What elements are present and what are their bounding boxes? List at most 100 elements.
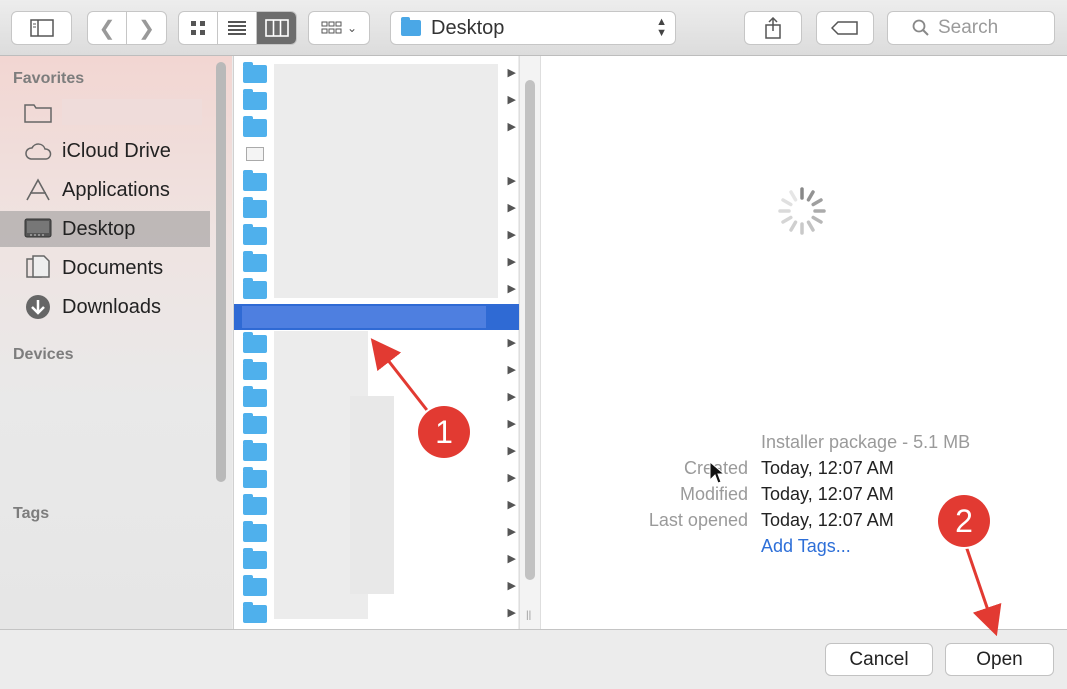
downloads-icon — [24, 295, 52, 319]
folder-icon — [243, 62, 267, 83]
search-placeholder: Search — [938, 17, 999, 38]
chevron-left-icon: ❮ — [98, 17, 116, 40]
favorites-heading: Favorites — [13, 70, 85, 87]
toolbar: ❮ ❯ ⌄ Desktop ▲ ▼ Search — [0, 0, 1067, 56]
disclosure-arrow-icon: ▶ — [507, 67, 516, 79]
sidebar-item-desktop[interactable]: Desktop — [0, 211, 210, 247]
list-icon — [228, 21, 246, 35]
folder-icon — [243, 224, 267, 245]
folder-icon — [243, 332, 267, 353]
add-tags-link[interactable]: Add Tags... — [761, 536, 851, 557]
folder-icon — [243, 467, 267, 488]
sidebar-item-documents[interactable]: Documents — [0, 250, 210, 286]
cancel-button[interactable]: Cancel — [825, 643, 933, 676]
disclosure-arrow-icon: ▶ — [507, 499, 516, 511]
sidebar-item-downloads[interactable]: Downloads — [0, 289, 210, 325]
annotation-badge-1: 1 — [418, 406, 470, 458]
disclosure-arrow-icon: ▶ — [507, 418, 516, 430]
sidebar-item-label: Applications — [62, 178, 170, 201]
disclosure-arrow-icon: ▶ — [507, 526, 516, 538]
annotation-badge-2: 2 — [938, 495, 990, 547]
scroll-thumb[interactable] — [525, 80, 535, 580]
column-scrollbar[interactable]: || — [519, 56, 541, 629]
tag-icon — [831, 21, 858, 35]
folder-icon — [401, 17, 421, 36]
disclosure-arrow-icon: ▶ — [507, 337, 516, 349]
devices-heading: Devices — [13, 346, 74, 363]
sidebar-item-label: Documents — [62, 256, 164, 279]
disclosure-arrow-icon: ▶ — [507, 283, 516, 295]
disclosure-arrow-icon: ▶ — [507, 94, 516, 106]
last-opened-value: Today, 12:07 AM — [761, 510, 894, 530]
share-icon — [765, 17, 781, 39]
arrange-button[interactable]: ⌄ — [308, 11, 370, 45]
folder-icon — [243, 440, 267, 461]
preview-pane: Installer package - 5.1 MB Created Today… — [541, 56, 1067, 629]
disclosure-arrow-icon: ▶ — [507, 121, 516, 133]
search-field[interactable]: Search — [887, 11, 1055, 45]
sidebar-scrollbar[interactable] — [216, 62, 226, 482]
created-value: Today, 12:07 AM — [761, 458, 894, 478]
disclosure-arrow-icon: ▶ — [507, 229, 516, 241]
column-resize-grip-icon[interactable]: || — [526, 610, 531, 621]
arrange-icon — [321, 21, 342, 34]
disclosure-arrow-icon: ▶ — [507, 553, 516, 565]
search-icon — [912, 19, 929, 36]
sidebar-item-applications[interactable]: Applications — [0, 172, 210, 208]
view-mode-group — [178, 11, 297, 45]
bottom-bar: Cancel Open — [0, 629, 1067, 689]
folder-icon — [243, 575, 267, 596]
share-button[interactable] — [744, 11, 802, 45]
sidebar: Favorites iCloud Drive Applications Desk… — [0, 56, 232, 629]
desktop-icon — [24, 217, 52, 241]
tags-heading: Tags — [13, 505, 50, 522]
tag-button[interactable] — [816, 11, 874, 45]
redacted-selected-name — [242, 306, 486, 328]
icon-view-button[interactable] — [179, 12, 218, 44]
disclosure-arrow-icon: ▶ — [507, 175, 516, 187]
open-button[interactable]: Open — [945, 643, 1054, 676]
folder-icon — [243, 278, 267, 299]
sidebar-item-icloud-drive[interactable]: iCloud Drive — [0, 133, 210, 169]
disclosure-arrow-icon: ▶ — [507, 607, 516, 619]
back-button[interactable]: ❮ — [88, 12, 127, 44]
folder-icon — [243, 116, 267, 137]
disclosure-arrow-icon: ▶ — [507, 472, 516, 484]
sidebar-item-label: Downloads — [62, 295, 161, 318]
documents-icon — [24, 255, 52, 280]
sidebar-item-label: iCloud Drive — [62, 139, 171, 162]
created-label: Created — [598, 458, 748, 479]
folder-icon — [243, 170, 267, 191]
sidebar-item-folder[interactable] — [0, 94, 210, 130]
forward-button[interactable]: ❯ — [127, 12, 166, 44]
updown-chevron-icon: ▲ ▼ — [656, 16, 667, 39]
folder-icon — [243, 602, 267, 623]
folder-icon — [243, 197, 267, 218]
disclosure-arrow-icon: ▶ — [507, 364, 516, 376]
path-popup[interactable]: Desktop ▲ ▼ — [390, 11, 676, 45]
folder-icon — [243, 494, 267, 515]
back-forward-group: ❮ ❯ — [87, 11, 167, 45]
folder-icon — [243, 359, 267, 380]
file-kind-size: Installer package - 5.1 MB — [761, 432, 971, 452]
file-icon — [246, 147, 264, 161]
disclosure-arrow-icon: ▶ — [507, 391, 516, 403]
folder-icon — [243, 548, 267, 569]
chevron-down-icon: ⌄ — [346, 21, 358, 35]
folder-icon — [243, 521, 267, 542]
sidebar-item-label: Desktop — [62, 217, 136, 240]
folder-icon — [243, 89, 267, 110]
mouse-cursor-icon — [709, 461, 725, 484]
sidebar-icon — [29, 19, 54, 37]
folder-icon — [243, 413, 267, 434]
sidebar-toggle-button[interactable] — [11, 11, 72, 45]
disclosure-arrow-icon: ▶ — [507, 202, 516, 214]
applications-icon — [24, 178, 52, 202]
grid-icon — [191, 21, 205, 35]
disclosure-arrow-icon: ▶ — [507, 256, 516, 268]
list-view-button[interactable] — [218, 12, 257, 44]
redacted-names-block — [350, 396, 394, 594]
sidebar-item-redacted — [62, 99, 202, 125]
disclosure-arrow-icon: ▶ — [507, 580, 516, 592]
column-view-button[interactable] — [257, 12, 296, 44]
